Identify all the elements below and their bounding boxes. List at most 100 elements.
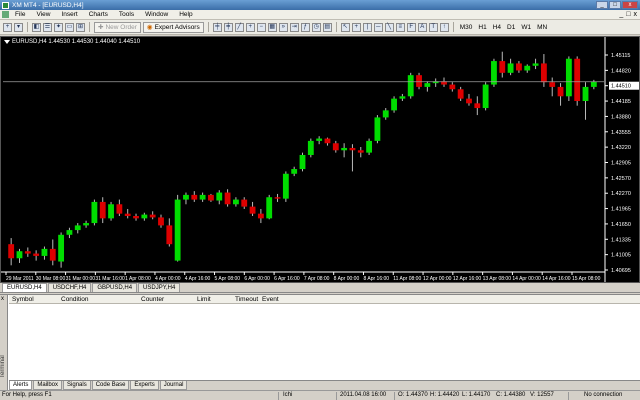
bear-candle (324, 138, 331, 144)
bull-candle (108, 204, 114, 219)
timeframe-d1[interactable]: D1 (505, 24, 517, 31)
chart-tab-eurusd[interactable]: EURUSD,H4 (2, 283, 47, 292)
bear-candle (457, 89, 464, 99)
strategy-tester-icon[interactable]: ⊞ (76, 22, 85, 32)
bull-candle (374, 117, 381, 141)
toolbar-separator (452, 22, 454, 32)
new-chart-icon[interactable]: + (3, 22, 12, 32)
bull-candle (299, 154, 306, 170)
status-connection: No connection (584, 392, 623, 398)
menu-file[interactable]: File (15, 11, 25, 18)
tab-journal[interactable]: Journal (159, 381, 188, 390)
child-restore-button[interactable]: □ (626, 11, 630, 18)
price-label: 1.43555 (611, 130, 631, 136)
horizontal-line-icon[interactable]: ─ (373, 22, 383, 32)
label-icon[interactable]: T (428, 22, 438, 32)
market-watch-icon[interactable]: ◧ (32, 22, 41, 32)
price-label: 1.44510 (611, 84, 631, 90)
equidistant-channel-icon[interactable]: ≡ (395, 22, 405, 32)
chart-window[interactable]: 1.45115 1.44820 1.44510 1.44185 1.43880 1.435… (0, 36, 640, 283)
bull-candle (366, 140, 373, 153)
column-timeout[interactable]: Timeout (235, 296, 258, 303)
time-label: 7 Apr 08:00 (304, 276, 330, 282)
bull-candle (58, 234, 65, 262)
tab-alerts[interactable]: Alerts (9, 381, 33, 390)
column-symbol[interactable]: Symbol (12, 296, 34, 303)
chart-shift-icon[interactable]: ⇥ (289, 22, 299, 32)
bull-candle (74, 225, 81, 231)
terminal-icon[interactable]: ▭ (65, 22, 74, 32)
maximize-button[interactable]: □ (609, 1, 621, 9)
bull-candle (66, 230, 73, 235)
text-icon[interactable]: A (417, 22, 427, 32)
vertical-line-icon[interactable]: | (362, 22, 372, 32)
price-label: 1.41650 (611, 222, 631, 228)
chart-info-text: EURUSD,H4 1.44530 1.44530 1.44040 1.4451… (12, 39, 141, 45)
dropdown-icon[interactable] (4, 40, 10, 44)
child-close-button[interactable]: x (634, 11, 638, 18)
timeframe-m30[interactable]: M30 (458, 24, 475, 31)
column-event[interactable]: Event (262, 296, 279, 303)
menu-view[interactable]: View (36, 11, 50, 18)
bar-chart-icon[interactable]: ╪ (212, 22, 222, 32)
minimize-button[interactable]: _ (596, 1, 608, 9)
menu-help[interactable]: Help (179, 11, 192, 18)
fibonacci-icon[interactable]: F (406, 22, 416, 32)
trendline-icon[interactable]: ╲ (384, 22, 394, 32)
autoscroll-icon[interactable]: » (278, 22, 288, 32)
menu-insert[interactable]: Insert (61, 11, 77, 18)
chart-tab-usdchf[interactable]: USDCHF,H4 (47, 283, 92, 292)
status-volume: V: 12557 (530, 392, 554, 398)
bull-candle (266, 197, 273, 219)
line-chart-icon[interactable]: ╱ (234, 22, 244, 32)
timeframe-h1[interactable]: H1 (476, 24, 488, 31)
bear-candle (116, 204, 123, 214)
menu-charts[interactable]: Charts (89, 11, 108, 18)
menu-window[interactable]: Window (145, 11, 168, 18)
bull-candle (341, 147, 348, 151)
menu-tools[interactable]: Tools (119, 11, 134, 18)
crosshair-icon[interactable]: + (351, 22, 361, 32)
column-limit[interactable]: Limit (197, 296, 211, 303)
price-label: 1.43880 (611, 114, 631, 120)
column-condition[interactable]: Condition (61, 296, 88, 303)
chart-tab-usdjpy[interactable]: USDJPY,H4 (138, 283, 181, 292)
column-counter[interactable]: Counter (141, 296, 164, 303)
chart-tabs: EURUSD,H4 USDCHF,H4 GBPUSD,H4 USDJPY,H4 (0, 283, 640, 293)
alerts-table-header: Symbol Condition Counter Limit Timeout E… (9, 295, 640, 304)
templates-icon[interactable]: ▤ (322, 22, 332, 32)
timeframe-mn[interactable]: MN (535, 24, 549, 31)
profiles-icon[interactable]: ▾ (14, 22, 23, 32)
time-label: 5 Apr 08:00 (215, 276, 241, 282)
periods-icon[interactable]: ◷ (311, 22, 321, 32)
tab-experts[interactable]: Experts (130, 381, 159, 390)
bull-candle (491, 61, 497, 85)
indicators-icon[interactable]: ƒ (300, 22, 310, 32)
chart-tab-gbpusd[interactable]: GBPUSD,H4 (92, 283, 138, 292)
tile-windows-icon[interactable]: ▦ (267, 22, 277, 32)
status-datetime: 2011.04.08 16:00 (340, 392, 387, 398)
document-icon[interactable] (2, 11, 9, 18)
tab-signals[interactable]: Signals (63, 381, 91, 390)
tab-mailbox[interactable]: Mailbox (33, 381, 63, 390)
zoom-in-icon[interactable]: + (245, 22, 255, 32)
candlestick-chart[interactable]: 1.45115 1.44820 1.44510 1.44185 1.43880 1.435… (1, 37, 639, 282)
timeframe-h4[interactable]: H4 (491, 24, 503, 31)
expert-advisors-button[interactable]: ◉ Expert Advisors (142, 21, 204, 33)
status-separator (568, 392, 569, 400)
bear-candle (124, 213, 131, 217)
bear-candle (332, 143, 339, 151)
bull-candle (174, 199, 181, 261)
arrows-icon[interactable]: ↑ (439, 22, 449, 32)
navigator-icon[interactable]: ✦ (54, 22, 63, 32)
tab-code-base[interactable]: Code Base (91, 381, 130, 390)
terminal-close-icon[interactable]: x (1, 296, 4, 302)
child-minimize-button[interactable]: _ (619, 11, 623, 18)
close-button[interactable]: x (622, 1, 638, 9)
cursor-icon[interactable]: ↖ (340, 22, 350, 32)
candlestick-icon[interactable]: ┿ (223, 22, 233, 32)
zoom-out-icon[interactable]: − (256, 22, 266, 32)
timeframe-w1[interactable]: W1 (519, 24, 533, 31)
new-order-button[interactable]: ✚ New Order (94, 21, 141, 33)
data-window-icon[interactable]: ☰ (43, 22, 52, 32)
